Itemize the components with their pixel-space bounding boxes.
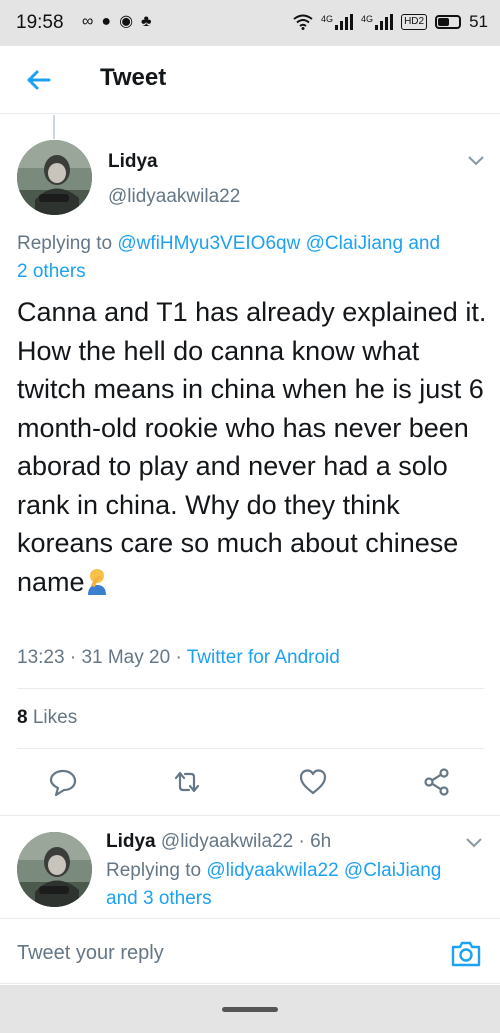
heart-icon[interactable] <box>298 767 328 797</box>
meta-separator: · <box>298 831 305 852</box>
link-icon: ♣ <box>141 13 152 30</box>
signal-2-icon: 4G <box>361 14 394 30</box>
status-time: 19:58 <box>16 12 64 33</box>
mention-link[interactable]: @lidyaakwila22 <box>206 860 338 881</box>
meta-separator: · <box>69 647 77 668</box>
likes-label: Likes <box>32 707 78 728</box>
infinity-icon: ∞ <box>82 13 94 30</box>
and-label: and <box>408 233 441 254</box>
divider <box>0 983 500 984</box>
replying-to-line: Replying to @lidyaakwila22 @ClaiJiang an… <box>106 857 491 913</box>
facepalm-emoji <box>85 567 109 595</box>
thread-connector-line <box>53 115 55 139</box>
tweet-time: 13:23 <box>17 647 65 668</box>
reply-author-name[interactable]: Lidya <box>106 831 156 852</box>
app-header: Tweet <box>0 46 500 114</box>
tweet-body: Canna and T1 has already explained it. H… <box>17 293 487 601</box>
tweet-source-link[interactable]: Twitter for Android <box>187 647 340 668</box>
avatar[interactable] <box>17 832 92 907</box>
retweet-icon[interactable] <box>172 767 202 797</box>
system-status-icons: 4G 4G HD2 51 <box>293 12 488 32</box>
hd-voice-icon: HD2 <box>401 14 428 30</box>
divider <box>17 748 484 749</box>
avatar[interactable] <box>17 140 92 215</box>
battery-icon <box>435 15 462 29</box>
battery-level: 51 <box>469 12 488 31</box>
status-bar: 19:58 ∞ ● ◉ ♣ 4G 4G HD2 51 <box>0 0 500 46</box>
reply-input[interactable]: Tweet your reply <box>17 942 164 965</box>
others-link[interactable]: 2 others <box>17 261 86 282</box>
tweet-text: Canna and T1 has already explained it. H… <box>17 297 487 597</box>
circle-app-icon: ◉ <box>119 13 134 30</box>
meta-separator: · <box>175 647 182 668</box>
wifi-icon <box>293 14 313 30</box>
reply-header: Lidya @lidyaakwila22 · 6h <box>106 831 331 853</box>
system-nav-bar <box>0 985 500 1033</box>
replying-to-label: Replying to <box>17 233 113 254</box>
author-name[interactable]: Lidya <box>108 151 158 173</box>
notification-icons: ∞ ● ◉ ♣ <box>82 13 152 31</box>
replying-to-line: Replying to @wfiHMyu3VEIO6qw @ClaiJiang … <box>17 230 487 286</box>
chevron-down-icon[interactable] <box>467 154 485 166</box>
chat-bubble-icon: ● <box>101 13 112 30</box>
others-link[interactable]: and 3 others <box>106 888 212 909</box>
reply-icon[interactable] <box>48 767 78 797</box>
tweet-actions <box>0 760 500 804</box>
mention-link[interactable]: @ClaiJiang <box>306 233 403 254</box>
arrow-left-icon[interactable] <box>22 64 54 96</box>
camera-icon[interactable] <box>450 938 482 970</box>
reply-author-handle[interactable]: @lidyaakwila22 <box>161 831 293 852</box>
section-divider <box>0 815 500 816</box>
tweet-meta: 13:23 · 31 May 20 · Twitter for Android <box>17 647 340 669</box>
tweet-date: 31 May 20 <box>81 647 171 668</box>
reply-age: 6h <box>310 831 332 852</box>
mention-link[interactable]: @wfiHMyu3VEIO6qw <box>117 233 300 254</box>
author-handle[interactable]: @lidyaakwila22 <box>108 186 240 208</box>
likes-number: 8 <box>17 707 28 728</box>
signal-1-icon: 4G <box>321 14 354 30</box>
home-gesture-handle[interactable] <box>222 1007 278 1012</box>
divider <box>0 918 500 919</box>
likes-count[interactable]: 8 Likes <box>17 707 77 729</box>
share-icon[interactable] <box>422 767 452 797</box>
chevron-down-icon[interactable] <box>465 836 483 848</box>
replying-to-label: Replying to <box>106 860 202 881</box>
page-title: Tweet <box>100 64 167 91</box>
divider <box>17 688 484 689</box>
mention-link[interactable]: @ClaiJiang <box>344 860 441 881</box>
